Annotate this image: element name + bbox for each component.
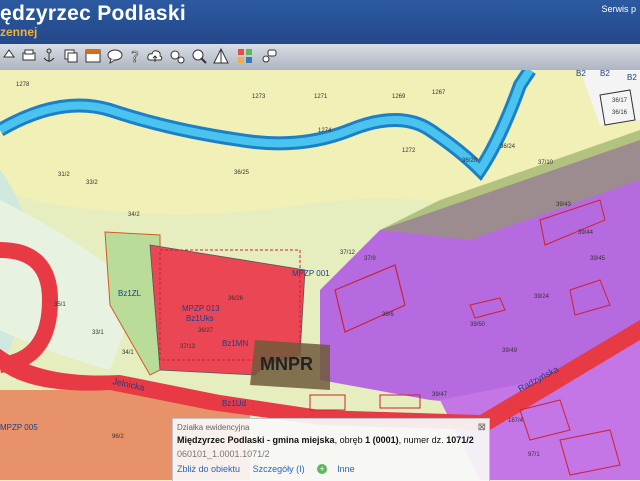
other-link[interactable]: + Inne [317,464,365,474]
zone-label-mpzp013: MPZP 013 [182,304,220,313]
service-link[interactable]: Serwis p [601,4,636,14]
app-subtitle: zennej [0,25,38,39]
parcel-label: 36/17 [612,98,628,104]
parcel-label: 39/45 [590,256,606,262]
pan-icon[interactable] [0,47,18,65]
app-title: ędzyrzec Podlaski [0,2,187,25]
zone-label-b2-a: B2 [576,70,586,78]
other-link-label: Inne [337,464,355,474]
parcel-label: 36/27 [198,328,214,334]
zone-label-b2-b: B2 [627,73,637,82]
parcel-label: 36/24 [500,144,516,150]
parcel-label: 39/6 [382,312,394,318]
parcel-label: 1274 [318,128,332,134]
parcel-label: 34/2 [128,212,140,218]
zoom-to-object-link[interactable]: Zbliż do obiektu [177,464,240,474]
parcel-label: 187/4 [508,418,524,424]
anchor-icon[interactable] [40,47,58,65]
parcel-label: 35/1 [54,302,66,308]
popup-links: Zbliż do obiektu Szczegóły (I) + Inne [177,464,375,474]
parcel-label: 1278 [16,82,30,88]
parcel-label: 36/20 [462,158,478,164]
parcel-label: 36/16 [612,110,628,116]
parcel-label: 37/10 [538,160,554,166]
parcel-label: 97/1 [528,452,540,458]
parcel-label: 31/2 [58,172,70,178]
zone-label-mpzp001: MPZP 001 [292,269,330,278]
parcel-label: 33/2 [86,180,98,186]
parcel-label: 39/43 [556,202,572,208]
measure-icon[interactable] [212,47,230,65]
zoom-icon[interactable] [190,47,208,65]
parcel-label: 33/1 [92,330,104,336]
parcel-label: 36/25 [234,170,250,176]
parcel-label: 39/47 [432,392,448,398]
parcel-description: Międzyrzec Podlaski - gmina miejska, obr… [177,435,474,445]
settings-icon[interactable] [168,47,186,65]
legend-icon[interactable] [84,47,102,65]
numer-value: 1071/2 [446,435,474,445]
parcel-label: 39/24 [534,294,550,300]
parcel-label: 39/49 [502,348,518,354]
parcel-label: 39/50 [470,322,486,328]
parcel-label: 37/12 [340,250,356,256]
parcel-label: 37/13 [180,344,196,350]
cloud-upload-icon[interactable] [146,47,164,65]
chat-icon[interactable] [106,47,124,65]
parcel-label: 1272 [402,148,416,154]
parcel-municipality: Międzyrzec Podlaski - gmina miejska [177,435,335,445]
plus-icon: + [317,464,328,474]
colors-icon[interactable] [236,47,254,65]
zone-label-bz1zl: Bz1ZL [118,289,142,298]
parcel-label: 1267 [432,90,446,96]
svg-text:?: ? [131,48,139,65]
layers-icon[interactable] [62,47,80,65]
print-icon[interactable] [20,47,38,65]
parcel-label: 96/2 [112,434,124,440]
parcel-info-popup: Działka ewidencyjna ⊠ Międzyrzec Podlask… [172,418,490,481]
parcel-id: 060101_1.0001.1071/2 [177,449,270,459]
zone-label-bz1uks: Bz1Uks [186,314,214,323]
parcel-label: 39/44 [578,230,594,236]
parcel-label: 1271 [314,94,328,100]
close-icon[interactable]: ⊠ [478,422,486,433]
parcel-label: 34/1 [122,350,134,356]
popup-header: Działka ewidencyjna [177,423,250,432]
parcel-label: 1273 [252,94,266,100]
numer-label: , numer dz. [398,435,444,445]
info-icon[interactable] [260,47,278,65]
app-header: ędzyrzec Podlaski zennej Serwis p [0,0,640,44]
zone-label-bz1mn: Bz1MN [222,339,248,348]
zone-label-bz1ud: Bz1Ud [222,399,246,408]
obreb-value: 1 (0001) [365,435,399,445]
zone-label-mpzp005: MPZP 005 [0,423,38,432]
details-link[interactable]: Szczegóły (I) [253,464,305,474]
zone-label-b2-c: B2 [600,70,610,78]
parcel-label: 36/26 [228,296,244,302]
parcel-label: 1269 [392,94,406,100]
zone-symbol-mnpr: MNPR [260,354,313,374]
help-icon[interactable]: ? [126,47,144,65]
obreb-label: , obręb [334,435,363,445]
parcel-label: 37/9 [364,256,376,262]
map-toolbar: ? [0,44,640,71]
